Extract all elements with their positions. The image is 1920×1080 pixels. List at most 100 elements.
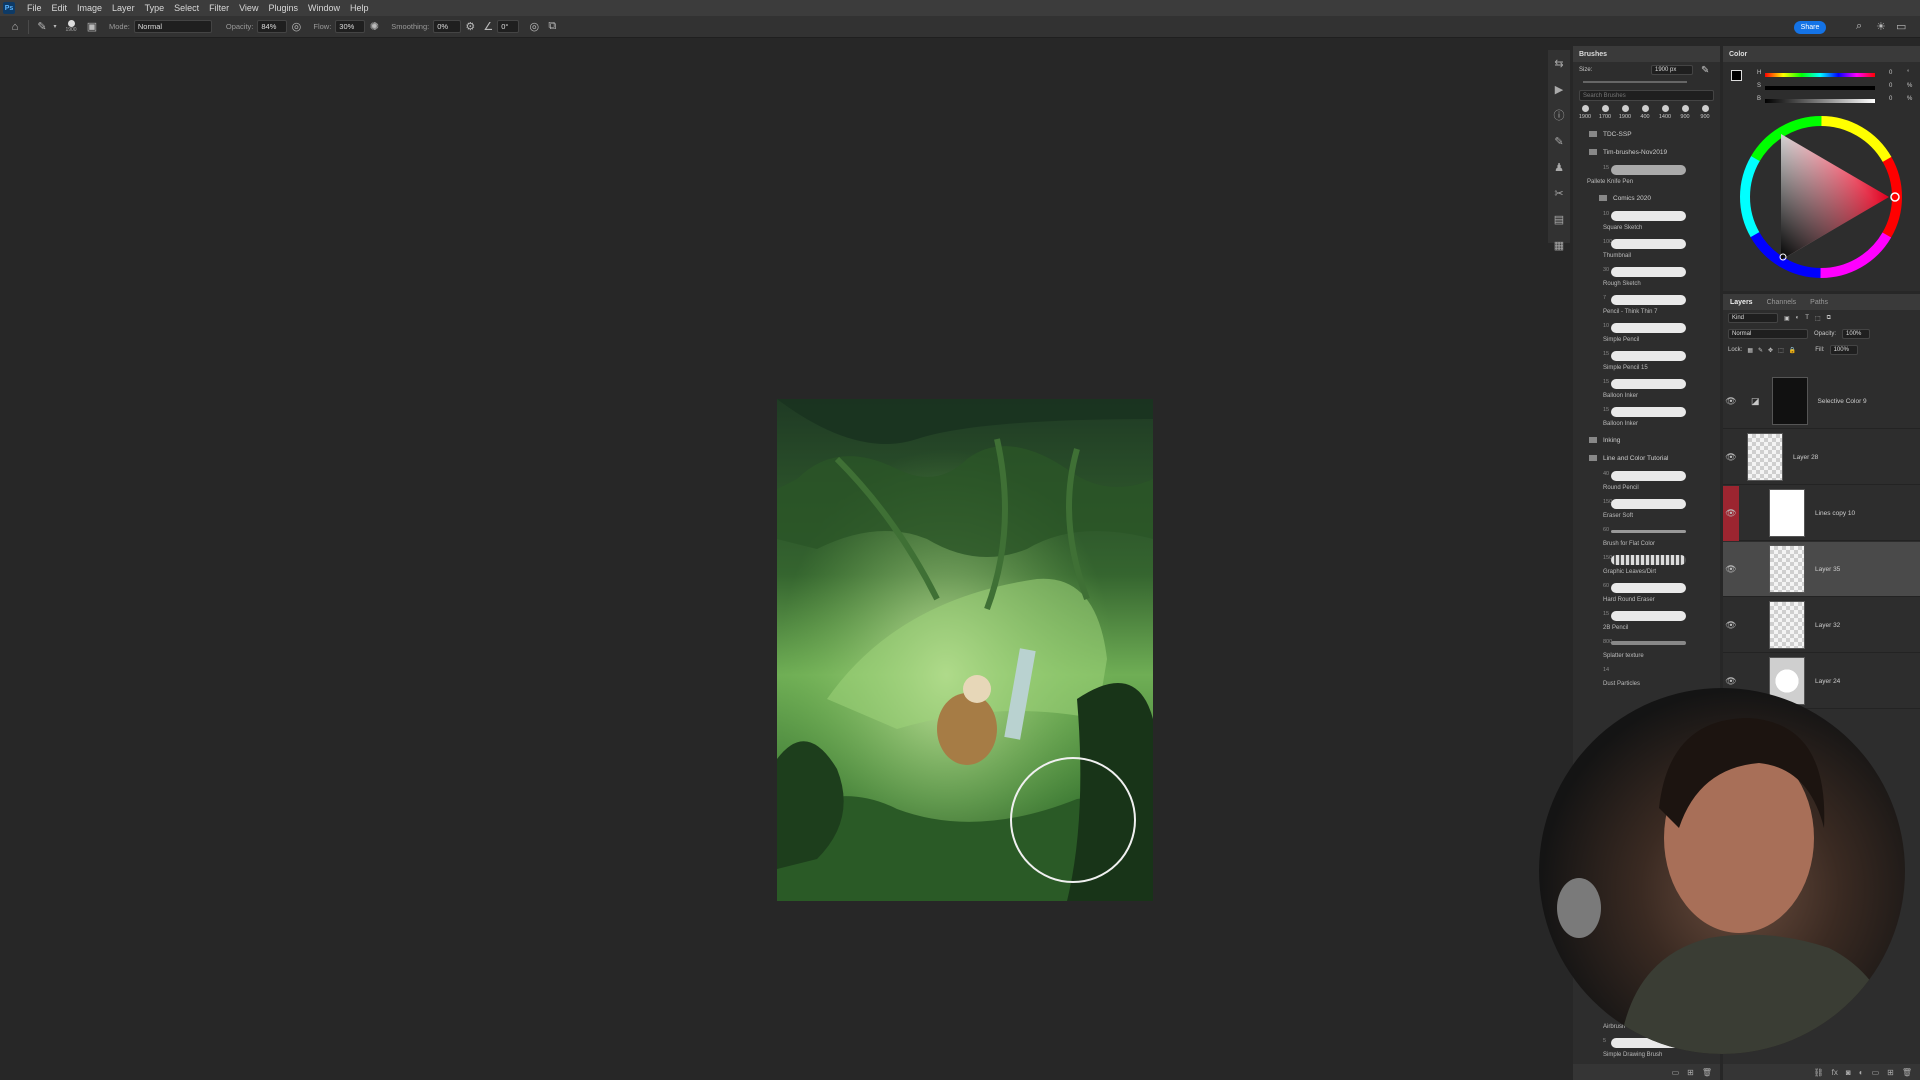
brush-folder[interactable]: Comics 2020 (1573, 189, 1720, 207)
layer-row[interactable]: 👁 Lines copy 10 (1723, 485, 1920, 541)
brush-folder[interactable]: Tim-brushes-Nov2019 (1573, 143, 1720, 161)
libraries-icon[interactable]: ▦ (1548, 232, 1570, 258)
adjustment-layer-icon[interactable]: ◐ (1859, 1068, 1864, 1077)
preset-3[interactable]: 1900 (1617, 103, 1633, 125)
filter-adjust-icon[interactable]: ◐ (1796, 315, 1800, 321)
menu-window[interactable]: Window (303, 3, 345, 13)
new-layer-icon[interactable]: ⊞ (1887, 1068, 1894, 1077)
kind-filter-select[interactable]: Kind (1728, 313, 1778, 323)
visibility-eye-icon[interactable]: 👁 (1723, 564, 1739, 575)
fx-icon[interactable]: fx (1832, 1068, 1838, 1077)
tool-presets-icon[interactable]: ✂ (1548, 180, 1570, 206)
symmetry-icon[interactable]: ⧉ (543, 20, 561, 33)
group-icon[interactable]: ▭ (1872, 1068, 1880, 1077)
h-value[interactable]: 0 (1889, 70, 1892, 76)
mode-select[interactable]: Normal (133, 20, 212, 33)
history-icon[interactable]: ⇆ (1548, 50, 1570, 76)
filter-pixel-icon[interactable]: ▣ (1784, 315, 1790, 322)
b-value[interactable]: 0 (1889, 96, 1892, 102)
saturation-slider[interactable] (1765, 86, 1875, 90)
share-button[interactable]: Share (1794, 21, 1826, 34)
menu-image[interactable]: Image (72, 3, 107, 13)
workspace-icon[interactable]: ▭ (1896, 20, 1906, 33)
lock-artboard-icon[interactable]: ⬚ (1778, 347, 1784, 354)
visibility-eye-icon[interactable]: 👁 (1723, 620, 1739, 631)
brush-item[interactable]: 30 Rough Sketch (1573, 263, 1720, 291)
gear-icon[interactable]: ⚙ (461, 20, 479, 33)
filter-smart-icon[interactable]: ⧉ (1827, 315, 1831, 322)
color-wheel[interactable] (1733, 112, 1909, 282)
tab-paths[interactable]: Paths (1803, 299, 1835, 306)
layer-opacity-field[interactable]: 100% (1842, 329, 1871, 339)
smoothing-field[interactable]: 0% (433, 20, 462, 33)
filter-type-icon[interactable]: T (1805, 315, 1809, 321)
brush-item[interactable]: 15 2B Pencil (1573, 607, 1720, 635)
visibility-eye-icon[interactable]: 👁 (1723, 396, 1739, 407)
hue-slider[interactable] (1765, 73, 1875, 77)
size-field[interactable]: 1900 px (1651, 65, 1693, 75)
menu-plugins[interactable]: Plugins (263, 3, 303, 13)
brush-item[interactable]: 60 Hard Round Eraser (1573, 579, 1720, 607)
brush-folder[interactable]: Line and Color Tutorial (1573, 449, 1720, 467)
new-group-icon[interactable]: ▭ (1672, 1068, 1680, 1077)
menu-type[interactable]: Type (140, 3, 170, 13)
brush-search-input[interactable]: Search Brushes (1579, 90, 1714, 101)
menu-edit[interactable]: Edit (47, 3, 73, 13)
fill-field[interactable]: 100% (1829, 345, 1858, 355)
brush-settings-icon[interactable]: ▣ (83, 20, 101, 33)
menu-select[interactable]: Select (169, 3, 204, 13)
angle-field[interactable]: 0° (497, 20, 520, 33)
brush-item[interactable]: 15 Balloon Inker (1573, 403, 1720, 431)
foreground-swatch[interactable] (1731, 70, 1742, 81)
discover-icon[interactable]: ☀ (1876, 20, 1886, 33)
properties-icon[interactable]: ▤ (1548, 206, 1570, 232)
info-icon[interactable]: ⓘ (1548, 102, 1570, 128)
play-icon[interactable]: ▶ (1548, 76, 1570, 102)
delete-icon[interactable]: 🗑 (1702, 1068, 1712, 1077)
tab-channels[interactable]: Channels (1760, 299, 1804, 306)
visibility-eye-icon[interactable]: 👁 (1723, 452, 1739, 463)
brush-item[interactable]: 10 Square Sketch (1573, 207, 1720, 235)
lock-all-icon[interactable]: 🔒 (1789, 347, 1796, 354)
brush-item[interactable]: 15 Balloon Inker (1573, 375, 1720, 403)
search-icon[interactable]: ⌕ (1856, 20, 1862, 33)
menu-file[interactable]: File (22, 3, 47, 13)
menu-layer[interactable]: Layer (107, 3, 140, 13)
brush-item[interactable]: 150 Eraser Soft (1573, 495, 1720, 523)
pressure-size-icon[interactable]: ◎ (525, 20, 543, 33)
new-brush-icon[interactable]: ✎ (1701, 65, 1709, 76)
chevron-down-icon[interactable]: ▾ (51, 23, 59, 30)
opacity-field[interactable]: 84% (257, 20, 288, 33)
size-slider[interactable] (1583, 81, 1687, 83)
brush-tool-icon[interactable]: ✎ (33, 20, 51, 33)
preset-7[interactable]: 900 (1697, 103, 1713, 125)
brush-folder[interactable]: TDC-SSP (1573, 125, 1720, 143)
flow-field[interactable]: 30% (335, 20, 366, 33)
trash-icon[interactable]: 🗑 (1902, 1068, 1912, 1077)
layer-row[interactable]: 👁 Layer 28 (1723, 430, 1920, 485)
brush-item[interactable]: 7 Pencil - Think Thin 7 (1573, 291, 1720, 319)
blend-mode-select[interactable]: Normal (1728, 329, 1808, 339)
lock-move-icon[interactable]: ✥ (1768, 347, 1773, 354)
visibility-eye-icon[interactable]: 👁 (1723, 485, 1739, 541)
preset-6[interactable]: 900 (1677, 103, 1693, 125)
layer-row[interactable]: 👁 Layer 32 (1723, 598, 1920, 653)
brush-item[interactable]: 800 Splatter texture (1573, 635, 1720, 663)
brush-item[interactable]: 60 Brush for Flat Color (1573, 523, 1720, 551)
pressure-opacity-icon[interactable]: ◎ (287, 20, 305, 33)
brush-settings-panel-icon[interactable]: ✎ (1548, 128, 1570, 154)
menu-help[interactable]: Help (345, 3, 374, 13)
brush-item[interactable]: 10 Simple Pencil (1573, 319, 1720, 347)
new-brush-footer-icon[interactable]: ⊞ (1687, 1068, 1694, 1077)
brush-item[interactable]: 150 Graphic Leaves/Dirt (1573, 551, 1720, 579)
brush-item[interactable]: 40 Round Pencil (1573, 467, 1720, 495)
mask-icon[interactable]: ◙ (1846, 1068, 1851, 1077)
brush-preset-picker[interactable]: 1900 (59, 16, 83, 38)
brush-item[interactable]: 15 Pallete Knife Pen (1573, 161, 1720, 189)
menu-view[interactable]: View (234, 3, 263, 13)
brush-item[interactable]: 14 Dust Particles (1573, 663, 1720, 691)
link-icon[interactable]: ⛓ (1814, 1068, 1824, 1077)
clone-source-icon[interactable]: ♟ (1548, 154, 1570, 180)
layer-row-selected[interactable]: 👁 Layer 35 (1723, 542, 1920, 597)
layer-row[interactable]: 👁 ◪ Selective Color 9 (1723, 374, 1920, 429)
